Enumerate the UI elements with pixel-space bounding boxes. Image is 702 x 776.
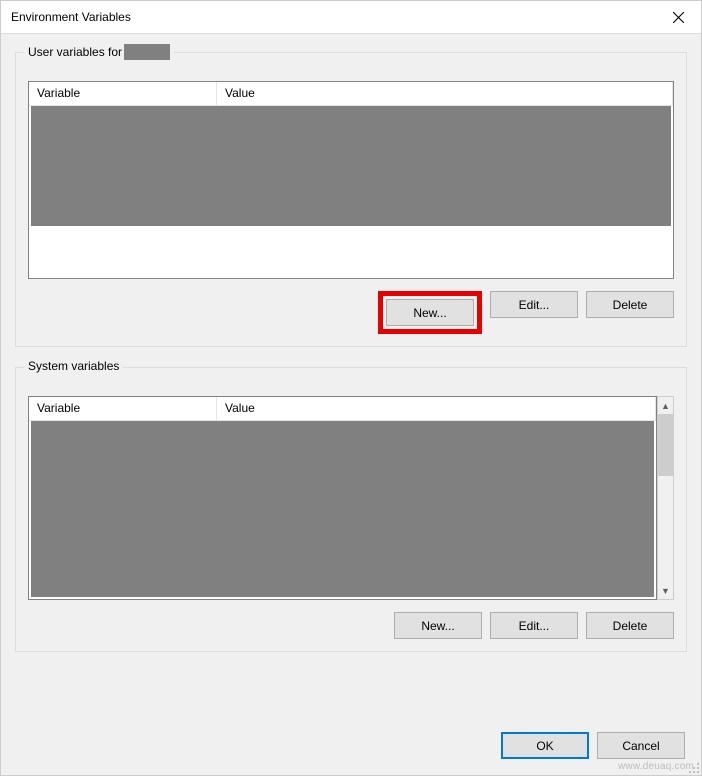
scroll-thumb[interactable]: [658, 414, 673, 476]
user-variables-group: User variables for Variable Value New...…: [15, 52, 687, 347]
user-list-body[interactable]: [29, 106, 673, 278]
user-variables-legend: User variables for: [24, 44, 174, 60]
dialog-footer: OK Cancel: [15, 726, 687, 761]
system-buttons-row: New... Edit... Delete: [28, 612, 674, 639]
system-list-body[interactable]: [29, 421, 656, 599]
cancel-button[interactable]: Cancel: [597, 732, 685, 759]
username-redacted: [124, 44, 170, 60]
user-buttons-row: New... Edit... Delete: [28, 291, 674, 334]
environment-variables-dialog: Environment Variables User variables for…: [0, 0, 702, 776]
close-icon: [673, 12, 684, 23]
user-new-button[interactable]: New...: [386, 299, 474, 326]
window-title: Environment Variables: [11, 10, 131, 24]
user-list-redacted-rows: [31, 106, 671, 226]
dialog-client-area: User variables for Variable Value New...…: [1, 33, 701, 775]
system-variables-list[interactable]: Variable Value: [28, 396, 657, 600]
ok-button[interactable]: OK: [501, 732, 589, 759]
user-edit-button[interactable]: Edit...: [490, 291, 578, 318]
system-header-variable[interactable]: Variable: [29, 397, 217, 420]
system-list-redacted-rows: [31, 421, 654, 597]
scroll-down-icon[interactable]: ▼: [658, 582, 673, 599]
resize-grip-icon[interactable]: [688, 762, 700, 774]
system-variables-group: System variables Variable Value ▲ ▼: [15, 367, 687, 652]
user-delete-button[interactable]: Delete: [586, 291, 674, 318]
user-header-value[interactable]: Value: [217, 82, 673, 105]
system-new-button[interactable]: New...: [394, 612, 482, 639]
scroll-up-icon[interactable]: ▲: [658, 397, 673, 414]
close-button[interactable]: [655, 1, 701, 33]
system-edit-button[interactable]: Edit...: [490, 612, 578, 639]
user-header-variable[interactable]: Variable: [29, 82, 217, 105]
system-variables-legend: System variables: [24, 359, 123, 373]
highlight-new-button: New...: [378, 291, 482, 334]
system-delete-button[interactable]: Delete: [586, 612, 674, 639]
system-header-value[interactable]: Value: [217, 397, 656, 420]
user-variables-list[interactable]: Variable Value: [28, 81, 674, 279]
user-list-headers: Variable Value: [29, 82, 673, 106]
system-list-scrollbar[interactable]: ▲ ▼: [657, 396, 674, 600]
system-listview-wrap: Variable Value ▲ ▼: [28, 396, 674, 600]
system-variables-legend-text: System variables: [28, 359, 119, 373]
user-variables-legend-text: User variables for: [28, 45, 122, 59]
system-list-headers: Variable Value: [29, 397, 656, 421]
titlebar: Environment Variables: [1, 1, 701, 33]
watermark-text: www.deuaq.com: [618, 761, 694, 772]
